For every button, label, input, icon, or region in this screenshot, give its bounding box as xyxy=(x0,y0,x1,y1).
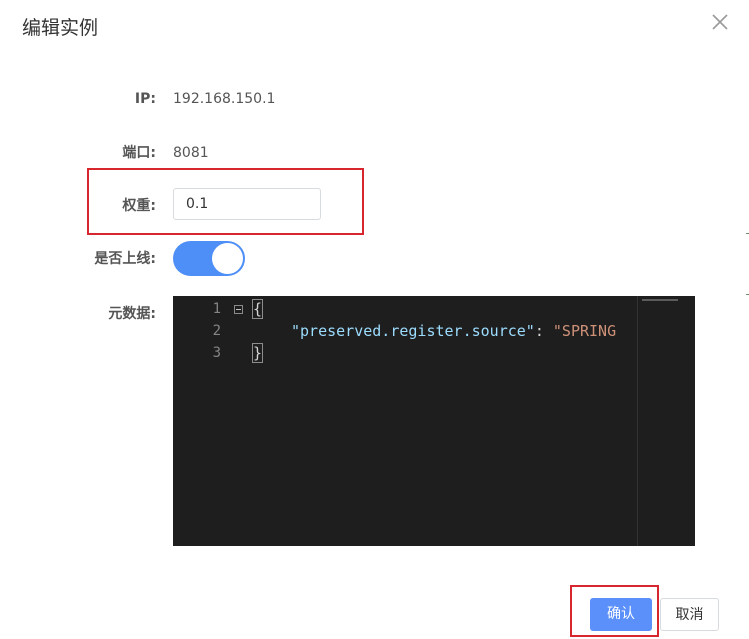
code-line-1: { xyxy=(251,298,264,320)
confirm-button[interactable]: 确认 xyxy=(590,598,652,631)
toggle-knob xyxy=(212,243,243,274)
metadata-editor[interactable]: 1 2 3 { "preserved.register.source": "SP… xyxy=(173,296,695,546)
online-label: 是否上线: xyxy=(94,251,156,267)
editor-gutter: 1 2 3 xyxy=(173,296,233,546)
minimap-line xyxy=(642,299,678,301)
weight-input[interactable] xyxy=(173,188,321,220)
line-number: 1 xyxy=(212,301,221,317)
fold-icon[interactable] xyxy=(234,305,243,314)
ip-value: 192.168.150.1 xyxy=(173,91,276,107)
code-line-2: "preserved.register.source": "SPRING xyxy=(291,320,616,342)
metadata-label: 元数据: xyxy=(108,306,156,322)
line-number: 3 xyxy=(212,345,221,361)
metadata-colon: : xyxy=(534,322,553,340)
close-button[interactable] xyxy=(707,9,733,35)
line-number: 2 xyxy=(212,323,221,339)
port-value: 8081 xyxy=(173,145,209,161)
metadata-key: "preserved.register.source" xyxy=(291,322,535,340)
editor-minimap[interactable] xyxy=(637,296,695,546)
weight-label: 权重: xyxy=(122,198,156,214)
code-line-3: } xyxy=(251,342,264,364)
online-toggle[interactable] xyxy=(173,241,245,276)
metadata-value: "SPRING xyxy=(552,322,617,340)
close-brace: } xyxy=(251,343,264,363)
port-label: 端口: xyxy=(122,145,156,161)
close-icon xyxy=(712,14,728,30)
ip-label: IP: xyxy=(134,91,156,107)
open-brace: { xyxy=(251,299,264,319)
dialog-title: 编辑实例 xyxy=(22,17,99,39)
cancel-button[interactable]: 取消 xyxy=(660,598,719,631)
